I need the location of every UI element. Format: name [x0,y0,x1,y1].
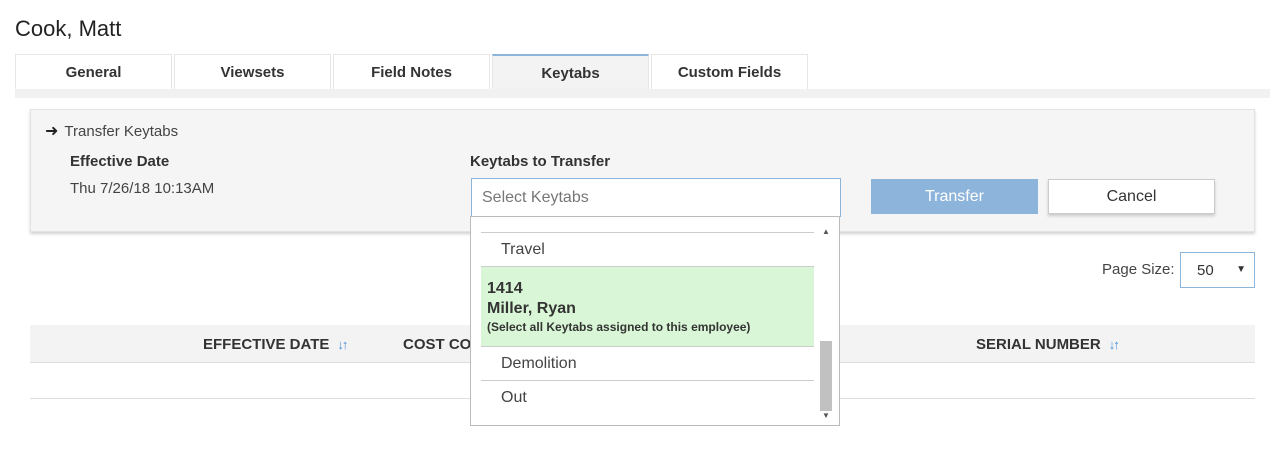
keytabs-dropdown[interactable]: Travel 1414 Miller, Ryan (Select all Key… [470,216,840,426]
keytabs-to-transfer-label: Keytabs to Transfer [470,153,611,170]
dropdown-list: Travel 1414 Miller, Ryan (Select all Key… [481,217,814,415]
dropdown-divider [481,217,814,233]
column-serial-number-label: SERIAL NUMBER [976,335,1101,353]
transfer-keytabs-panel: ➜ Transfer Keytabs Effective Date Thu 7/… [30,109,1255,232]
select-keytabs-input[interactable]: Select Keytabs [471,178,841,217]
page-size-label: Page Size: [1102,261,1175,278]
dropdown-option-demolition[interactable]: Demolition [481,347,814,381]
dropdown-option-travel[interactable]: Travel [481,233,814,267]
column-cost-code[interactable]: COST CO [403,325,471,363]
employee-name: Miller, Ryan [487,299,576,317]
page-size-value: 50 [1197,261,1214,279]
dropdown-option-employee-group[interactable]: 1414 Miller, Ryan (Select all Keytabs as… [481,267,814,347]
column-effective-date[interactable]: EFFECTIVE DATE ↓↑ [203,325,348,363]
column-effective-date-label: EFFECTIVE DATE [203,335,330,353]
transfer-button[interactable]: Transfer [871,179,1038,214]
panel-heading-text: Transfer Keytabs [64,122,179,140]
tab-custom-fields[interactable]: Custom Fields [651,54,808,90]
employee-id: 1414 [487,279,523,297]
scroll-down-icon[interactable]: ▼ [819,409,833,421]
sort-icon[interactable]: ↓↑ [1109,337,1120,352]
panel-heading: ➜ Transfer Keytabs [45,121,178,141]
sort-icon[interactable]: ↓↑ [337,337,348,352]
tab-field-notes[interactable]: Field Notes [333,54,490,90]
dropdown-option-out[interactable]: Out [481,381,814,415]
tab-keytabs[interactable]: Keytabs [492,54,649,90]
effective-date-value: Thu 7/26/18 10:13AM [70,180,215,197]
column-cost-code-label: COST CO [403,335,472,353]
page-title: Cook, Matt [15,16,122,41]
arrow-right-icon: ➜ [45,123,59,140]
tab-viewsets[interactable]: Viewsets [174,54,331,90]
tab-rail [15,89,1270,98]
employee-note: (Select all Keytabs assigned to this emp… [487,319,751,334]
column-serial-number[interactable]: SERIAL NUMBER ↓↑ [976,325,1120,363]
page-size-select[interactable]: 50 ▼ [1180,252,1255,288]
caret-down-icon: ▼ [1236,264,1246,275]
tab-general[interactable]: General [15,54,172,90]
scroll-up-icon[interactable]: ▲ [819,225,833,237]
tab-bar: General Viewsets Field Notes Keytabs Cus… [15,54,810,90]
effective-date-label: Effective Date [70,153,170,170]
dropdown-scrollbar[interactable]: ▲ ▼ [819,223,833,421]
cancel-button[interactable]: Cancel [1048,179,1215,214]
scroll-thumb[interactable] [820,341,832,411]
